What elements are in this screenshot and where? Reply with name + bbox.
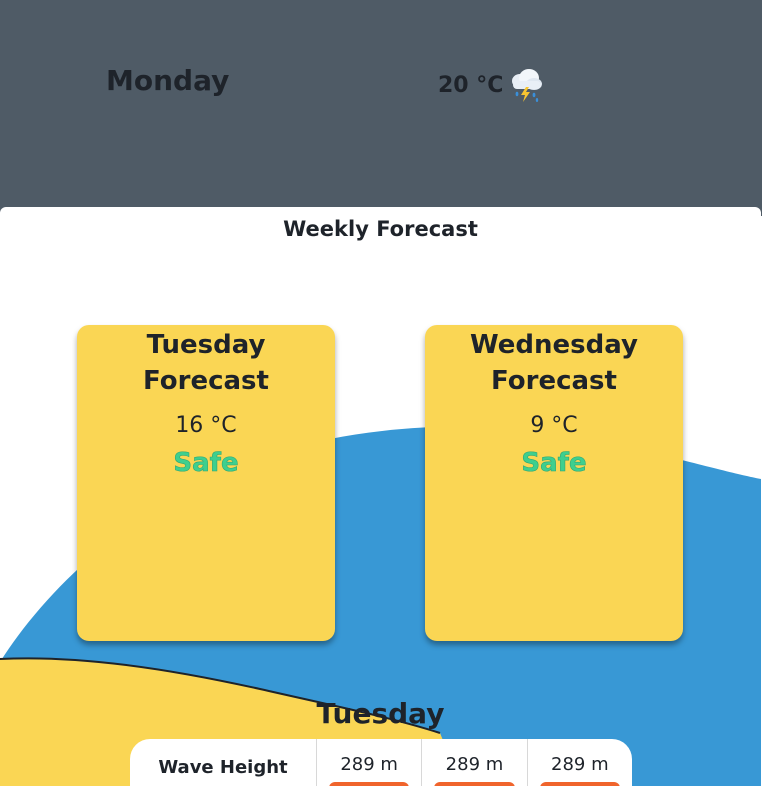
forecast-card-status: Safe xyxy=(521,448,587,479)
today-temperature-group: 20 °C xyxy=(438,66,545,104)
wave-height-bar xyxy=(539,782,620,786)
wave-height-table: Wave Height 289 m 289 m 289 m xyxy=(130,739,632,786)
forecast-card-tuesday[interactable]: Tuesday Forecast 16 °C Safe xyxy=(77,325,335,641)
forecast-card-temperature: 9 °C xyxy=(530,413,578,438)
forecast-card-status: Safe xyxy=(173,448,239,479)
wave-height-bar xyxy=(434,782,515,786)
forecast-card-title: Wednesday Forecast xyxy=(470,330,638,396)
thunderstorm-cloud-icon xyxy=(512,69,543,102)
wave-height-value: 289 m xyxy=(317,739,423,786)
wave-height-value-text: 289 m xyxy=(551,754,609,775)
wave-height-value: 289 m xyxy=(422,739,528,786)
wave-height-label: Wave Height xyxy=(130,739,317,786)
forecast-card-temperature: 16 °C xyxy=(175,413,237,438)
today-header: Monday 20 °C xyxy=(0,0,762,216)
weekly-forecast-title: Weekly Forecast xyxy=(283,217,478,241)
detail-day-title: Tuesday xyxy=(316,697,445,730)
weekly-forecast-panel: Weekly Forecast Tuesday Forecast 16 °C S… xyxy=(0,207,761,786)
wave-height-bar xyxy=(329,782,410,786)
wave-height-value-text: 289 m xyxy=(340,754,398,775)
wave-height-value-text: 289 m xyxy=(445,754,504,775)
today-day: Monday xyxy=(106,64,230,97)
forecast-card-wednesday[interactable]: Wednesday Forecast 9 °C Safe xyxy=(425,325,683,641)
wave-height-value: 289 m xyxy=(528,739,632,786)
today-temperature: 20 °C xyxy=(438,72,504,98)
forecast-card-title: Tuesday Forecast xyxy=(143,330,269,396)
